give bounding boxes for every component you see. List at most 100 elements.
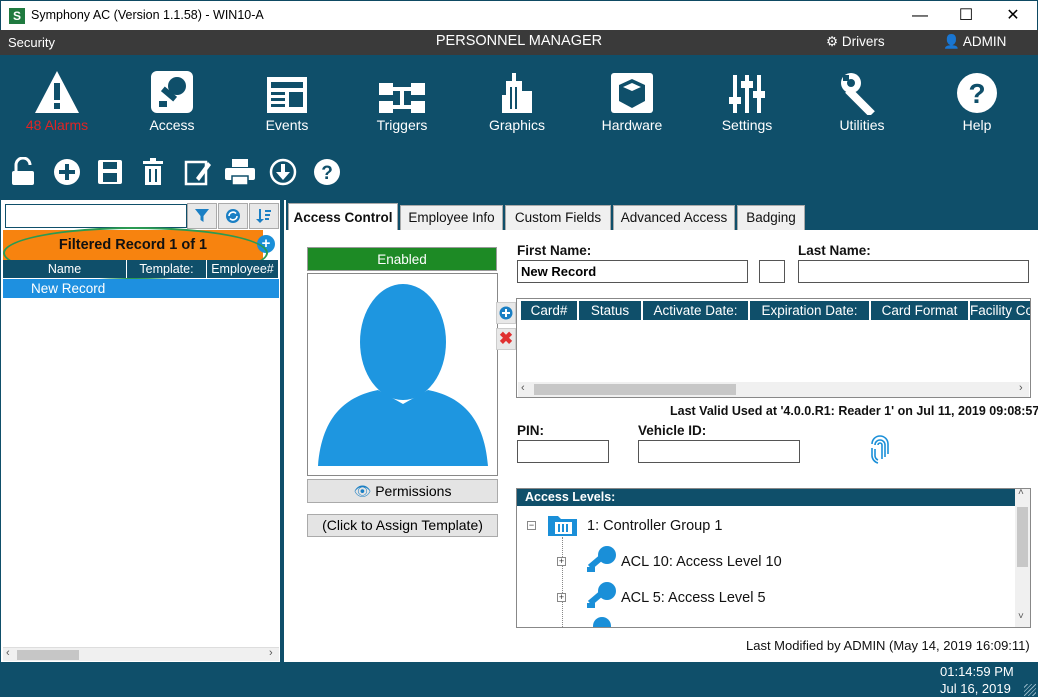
- print-button[interactable]: [224, 155, 256, 189]
- access-levels-scrollbar[interactable]: ˄ ˅: [1015, 489, 1030, 627]
- lock-icon: [12, 157, 34, 185]
- person-silhouette-icon: [318, 284, 488, 466]
- nav-hardware[interactable]: Hardware: [582, 67, 682, 133]
- filter-status-banner: Filtered Record 1 of 1: [3, 230, 263, 260]
- column-card[interactable]: Card#: [521, 301, 579, 320]
- permissions-button[interactable]: 👁 Permissions: [307, 479, 498, 503]
- column-template[interactable]: Template:: [127, 260, 207, 278]
- collapse-toggle[interactable]: −: [527, 521, 536, 530]
- scroll-up-icon[interactable]: ˄: [1018, 489, 1024, 498]
- card-grid[interactable]: Card# Status Activate Date: Expiration D…: [516, 298, 1031, 398]
- refresh-button[interactable]: [218, 203, 248, 229]
- status-time: 01:14:59 PM: [940, 664, 1014, 679]
- save-icon: [98, 160, 122, 184]
- tab-access-control[interactable]: Access Control: [288, 203, 398, 230]
- scroll-left-icon[interactable]: ‹: [521, 382, 525, 394]
- column-name[interactable]: Name: [3, 260, 127, 278]
- column-status[interactable]: Status: [579, 301, 643, 320]
- enabled-status-badge[interactable]: Enabled: [307, 247, 497, 271]
- scroll-down-icon[interactable]: ˅: [1018, 611, 1024, 622]
- delete-card-button[interactable]: ✖: [496, 328, 516, 350]
- pin-input[interactable]: [517, 440, 609, 463]
- filter-button[interactable]: [187, 203, 217, 229]
- nav-events[interactable]: Events: [237, 67, 337, 133]
- hardware-box-icon: [582, 67, 682, 115]
- column-expiration-date[interactable]: Expiration Date:: [750, 301, 871, 320]
- first-name-input[interactable]: [517, 260, 748, 283]
- close-icon: ✖: [498, 329, 514, 348]
- scroll-right-icon[interactable]: ›: [269, 647, 273, 659]
- assign-template-button[interactable]: (Click to Assign Template): [307, 514, 498, 537]
- tree-connector: [562, 537, 563, 627]
- middle-initial-input[interactable]: [759, 260, 785, 283]
- scroll-left-icon[interactable]: ‹: [6, 647, 10, 659]
- tab-bar: Access Control Employee Info Custom Fiel…: [286, 200, 1038, 230]
- nav-access[interactable]: Access: [122, 67, 222, 133]
- record-row[interactable]: New Record: [3, 279, 279, 298]
- column-card-format[interactable]: Card Format: [871, 301, 970, 320]
- add-record-icon[interactable]: +: [257, 235, 275, 253]
- key-icon: [585, 581, 617, 614]
- nav-utilities[interactable]: Utilities: [812, 67, 912, 133]
- sort-button[interactable]: [249, 203, 279, 229]
- help-button[interactable]: ?: [311, 155, 343, 189]
- triggers-flow-icon: [352, 67, 452, 115]
- utilities-wrench-icon: [812, 67, 912, 115]
- nav-alarms[interactable]: 48 Alarms: [7, 67, 107, 133]
- scrollbar-thumb[interactable]: [1017, 507, 1028, 567]
- graphics-building-icon: [467, 67, 567, 115]
- drivers-label: Drivers: [841, 34, 885, 49]
- window-title: Symphony AC (Version 1.1.58) - WIN10-A: [31, 8, 264, 22]
- scrollbar-thumb[interactable]: [534, 384, 736, 395]
- nav-settings[interactable]: Settings: [697, 67, 797, 133]
- print-icon: [225, 159, 255, 186]
- drivers-button[interactable]: ⚙ Drivers: [826, 34, 885, 50]
- tab-advanced-access[interactable]: Advanced Access: [613, 205, 735, 230]
- fingerprint-button[interactable]: [868, 432, 892, 469]
- minimize-button[interactable]: —: [897, 1, 943, 31]
- column-employee[interactable]: Employee#: [207, 260, 279, 278]
- maximize-button[interactable]: ☐: [943, 1, 989, 31]
- scrollbar-thumb[interactable]: [17, 650, 79, 660]
- close-button[interactable]: ✕: [990, 1, 1036, 31]
- download-button[interactable]: [267, 155, 299, 189]
- status-bar: 01:14:59 PM Jul 16, 2019: [0, 662, 1038, 697]
- controller-group-node[interactable]: 1: Controller Group 1: [587, 518, 722, 534]
- edit-button[interactable]: [182, 155, 214, 189]
- access-level-node[interactable]: ACL 10: Access Level 10: [621, 554, 782, 570]
- resize-grip[interactable]: [1024, 684, 1036, 696]
- delete-button[interactable]: [137, 155, 169, 189]
- access-level-node[interactable]: ACL 5: Access Level 5: [621, 590, 766, 606]
- record-list-scrollbar[interactable]: ‹ ›: [3, 647, 279, 661]
- search-input[interactable]: [5, 204, 187, 228]
- user-icon: 👤: [943, 34, 960, 49]
- add-button[interactable]: [51, 155, 83, 189]
- last-valid-used-text: Last Valid Used at '4.0.0.R1: Reader 1' …: [670, 404, 1038, 418]
- lock-button[interactable]: [7, 155, 39, 189]
- save-button[interactable]: [94, 155, 126, 189]
- scroll-right-icon[interactable]: ›: [1019, 382, 1023, 394]
- add-icon: [499, 306, 513, 320]
- nav-help[interactable]: ? Help: [927, 67, 1027, 133]
- card-grid-scrollbar[interactable]: ‹ ›: [518, 382, 1029, 397]
- photo-placeholder[interactable]: [307, 273, 498, 476]
- last-name-input[interactable]: [798, 260, 1029, 283]
- nav-graphics[interactable]: Graphics: [467, 67, 567, 133]
- expand-toggle[interactable]: +: [557, 557, 566, 566]
- column-activate-date[interactable]: Activate Date:: [643, 301, 750, 320]
- vehicle-id-input[interactable]: [638, 440, 800, 463]
- gear-icon: ⚙: [826, 34, 839, 49]
- events-newspaper-icon: [237, 67, 337, 115]
- add-card-button[interactable]: [496, 302, 516, 324]
- pin-label: PIN:: [517, 423, 544, 438]
- user-menu[interactable]: 👤 ADMIN: [943, 34, 1006, 50]
- expand-toggle[interactable]: +: [557, 593, 566, 602]
- filter-icon: [195, 209, 209, 222]
- column-facility-code[interactable]: Facility Code: [970, 301, 1030, 320]
- tab-badging[interactable]: Badging: [737, 205, 805, 230]
- nav-triggers[interactable]: Triggers: [352, 67, 452, 133]
- window-title-bar: S Symphony AC (Version 1.1.58) - WIN10-A…: [0, 0, 1038, 30]
- tab-custom-fields[interactable]: Custom Fields: [505, 205, 611, 230]
- access-key-icon: [122, 67, 222, 115]
- tab-employee-info[interactable]: Employee Info: [400, 205, 503, 230]
